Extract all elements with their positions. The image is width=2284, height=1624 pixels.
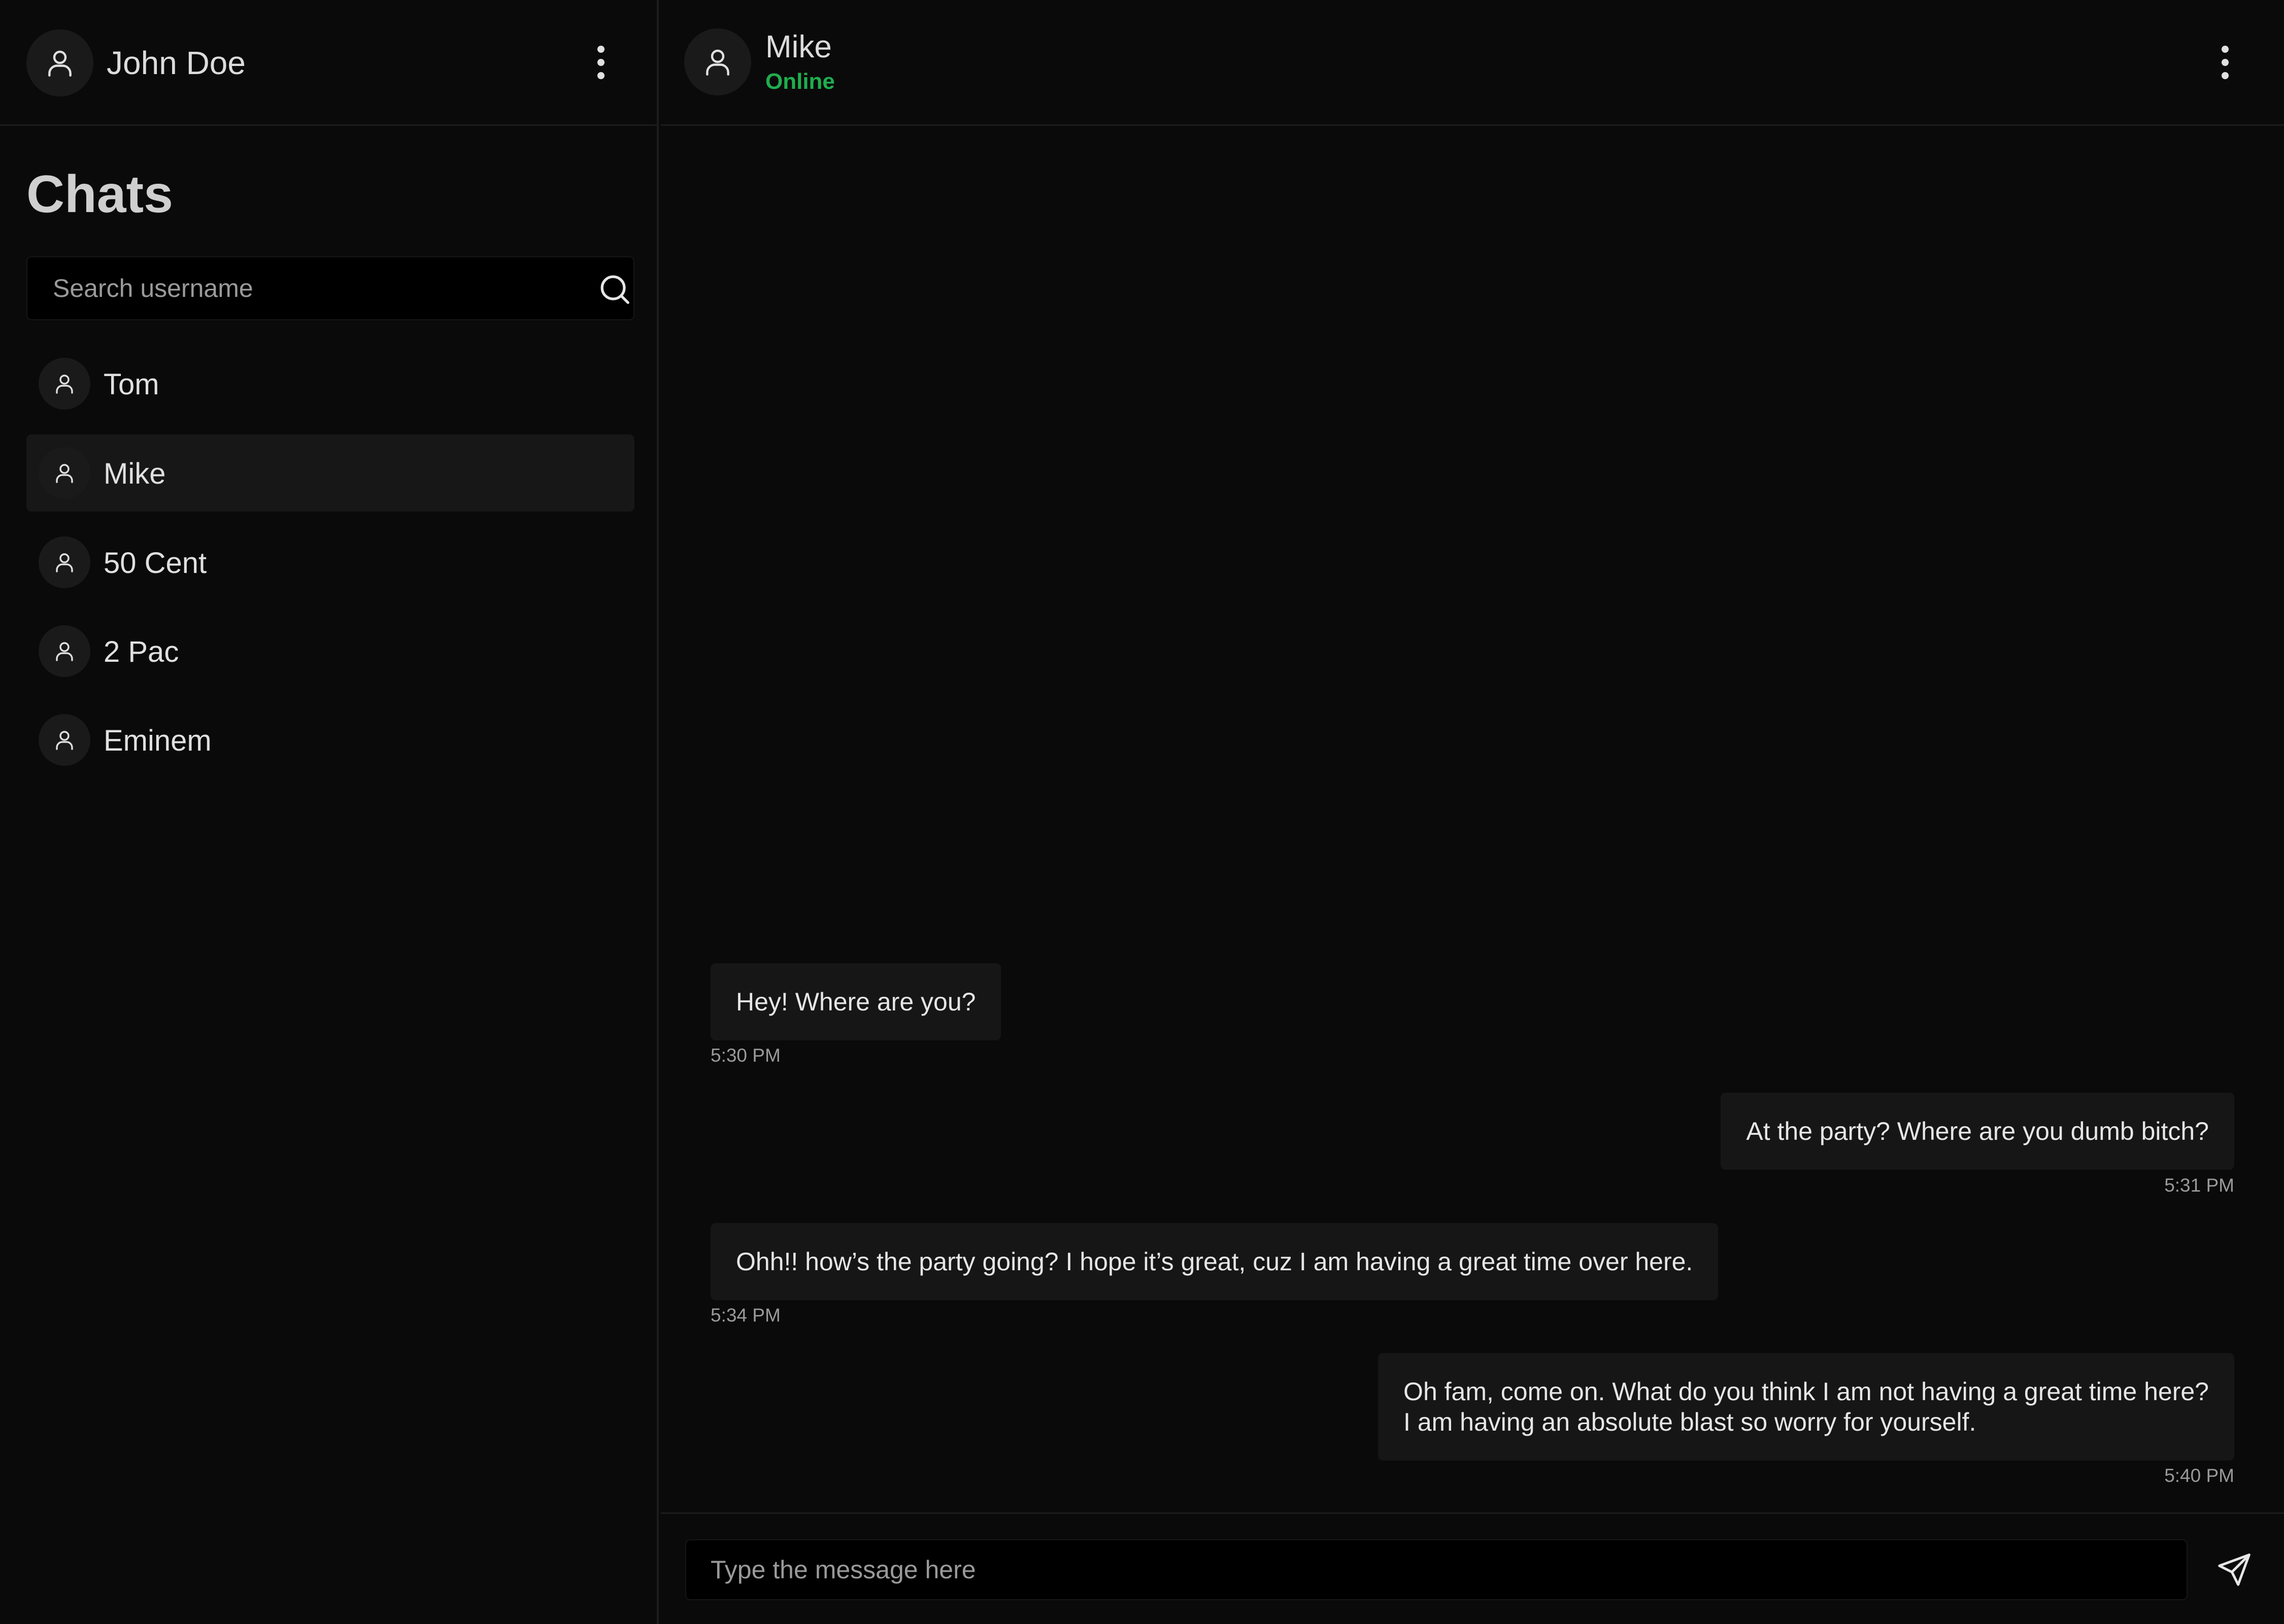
- chats-heading: Chats: [26, 165, 173, 224]
- message-input[interactable]: [711, 1540, 2162, 1599]
- message-timestamp: 5:34 PM: [711, 1305, 781, 1326]
- chat-list-item-name: 2 Pac: [104, 635, 179, 668]
- message-bubble-incoming: Ohh!! how’s the party going? I hope it’s…: [711, 1223, 1719, 1300]
- chat-list-item-eminem[interactable]: Eminem: [26, 701, 634, 779]
- chat-list-item-tom[interactable]: Tom: [26, 345, 634, 422]
- contact-avatar[interactable]: [684, 28, 751, 95]
- message-bubble-outgoing: Oh fam, come on. What do you think I am …: [1378, 1353, 2234, 1461]
- message-timestamp: 5:30 PM: [711, 1045, 781, 1066]
- search-icon[interactable]: [597, 272, 632, 307]
- user-icon: [56, 464, 73, 483]
- online-status: Online: [765, 69, 835, 94]
- current-user-avatar[interactable]: [26, 29, 93, 96]
- sidebar: John Doe Chats Tom: [0, 0, 659, 1624]
- sidebar-header: John Doe: [0, 0, 659, 126]
- chat-list-item-name: 50 Cent: [104, 547, 207, 580]
- chat-list-item-mike[interactable]: Mike: [26, 434, 634, 512]
- more-vertical-icon[interactable]: [2215, 40, 2235, 85]
- message-timestamp: 5:40 PM: [2164, 1465, 2234, 1486]
- contact-avatar: [39, 625, 90, 677]
- contact-avatar: [39, 447, 90, 499]
- send-button[interactable]: [2209, 1544, 2260, 1595]
- user-icon: [56, 642, 73, 661]
- contact-avatar: [39, 358, 90, 410]
- chat-list-item-2-pac[interactable]: 2 Pac: [26, 613, 634, 690]
- search-input[interactable]: [53, 257, 560, 319]
- chat-list-item-name: Eminem: [104, 724, 212, 757]
- user-icon: [48, 50, 72, 77]
- user-icon: [56, 731, 73, 750]
- message-input-box: [685, 1539, 2188, 1600]
- chat-list-item-name: Mike: [104, 457, 166, 490]
- conversation-panel: Mike Online Hey! Where are you? 5:30 PM …: [661, 0, 2284, 1624]
- user-icon: [706, 49, 729, 76]
- current-user-name: John Doe: [107, 45, 246, 81]
- chat-app: John Doe Chats Tom: [0, 0, 2284, 1624]
- message-composer: [661, 1512, 2284, 1624]
- send-icon: [2218, 1553, 2251, 1586]
- chat-list-item-name: Tom: [104, 368, 159, 401]
- message-bubble-incoming: Hey! Where are you?: [711, 963, 1001, 1040]
- user-icon: [56, 553, 73, 572]
- contact-avatar: [39, 536, 90, 588]
- message-timestamp: 5:31 PM: [2164, 1175, 2234, 1196]
- message-bubble-outgoing: At the party? Where are you dumb bitch?: [1721, 1093, 2234, 1170]
- user-icon: [56, 375, 73, 394]
- conversation-header: Mike Online: [661, 0, 2284, 126]
- contact-avatar: [39, 714, 90, 766]
- contact-name: Mike: [765, 29, 832, 64]
- search-box: [26, 256, 634, 320]
- chat-list-item-50-cent[interactable]: 50 Cent: [26, 524, 634, 601]
- more-vertical-icon[interactable]: [591, 40, 611, 85]
